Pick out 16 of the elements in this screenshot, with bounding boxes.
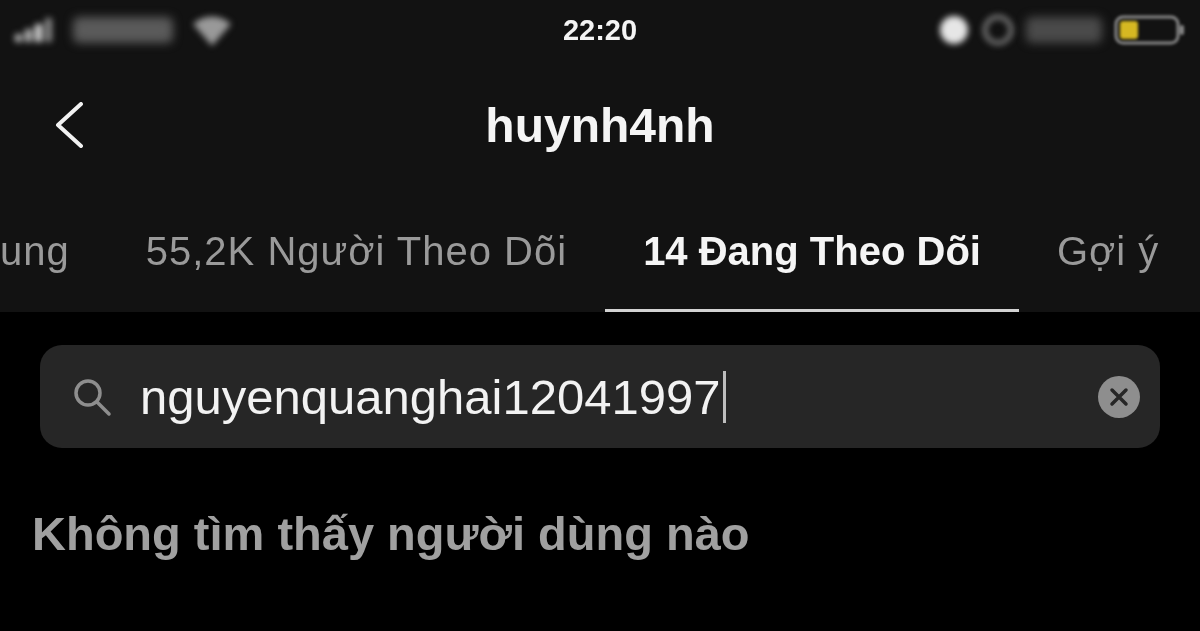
circle-icon bbox=[982, 14, 1014, 46]
signal-icon bbox=[15, 18, 55, 42]
tab[interactable]: 55,2K Người Theo Dõi bbox=[107, 190, 606, 312]
search-field[interactable]: nguyenquanghai12041997 bbox=[40, 345, 1160, 448]
search-icon bbox=[72, 376, 112, 417]
tab[interactable]: Gợi ý bbox=[1018, 190, 1198, 312]
circle-icon bbox=[938, 14, 970, 46]
clear-icon[interactable] bbox=[1098, 375, 1140, 418]
battery-icon bbox=[1114, 14, 1186, 46]
chevron-left-icon bbox=[54, 102, 84, 148]
profile-username: huynh4nh bbox=[485, 97, 715, 153]
tab[interactable]: ung bbox=[0, 190, 108, 312]
empty-result-message: Không tìm thấy người dùng nào bbox=[32, 506, 751, 561]
tab[interactable]: 14 Đang Theo Dõi bbox=[605, 190, 1019, 312]
status-time: 22:20 bbox=[562, 13, 638, 47]
wifi-icon bbox=[191, 14, 233, 46]
